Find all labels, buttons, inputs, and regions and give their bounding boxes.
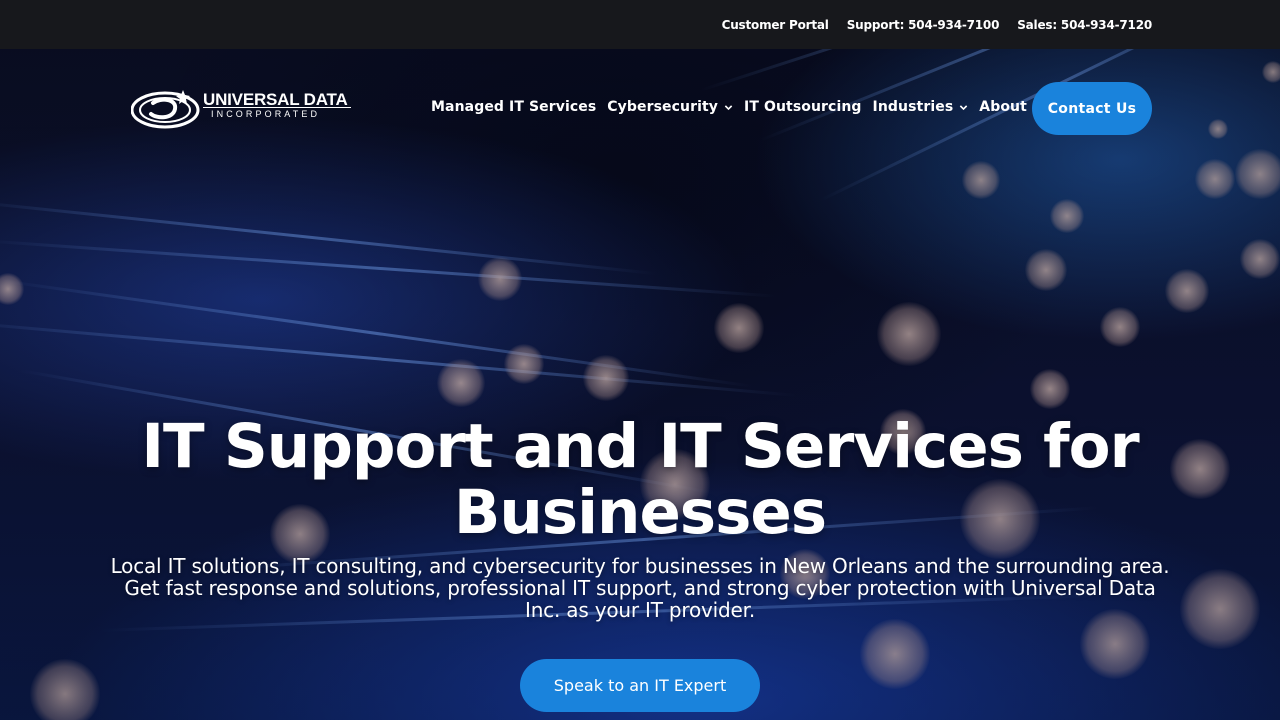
nav-item-label: Industries [872,99,954,115]
top-bar: Customer Portal Support: 504-934-7100 Sa… [0,0,1280,49]
logo-divider [203,107,351,108]
logo-tagline: INCORPORATED [211,109,321,119]
logo-mark-icon [131,90,200,129]
logo[interactable]: UNIVERSAL DATA INCORPORATED [131,87,356,131]
chevron-down-icon [724,104,733,110]
nav-item-it-outsourcing[interactable]: IT Outsourcing [744,99,862,115]
main-nav: Managed IT Services Cybersecurity IT Out… [431,99,1042,115]
site-header: UNIVERSAL DATA INCORPORATED Managed IT S… [0,49,1280,167]
nav-item-label: About [979,99,1027,115]
contact-us-button[interactable]: Contact Us [1032,82,1152,135]
chevron-down-icon [960,104,968,110]
nav-item-label: Managed IT Services [431,99,597,115]
speak-to-expert-button[interactable]: Speak to an IT Expert [520,659,760,712]
nav-item-cybersecurity[interactable]: Cybersecurity [607,99,733,115]
customer-portal-link[interactable]: Customer Portal [722,18,829,32]
nav-item-industries[interactable]: Industries [873,99,969,115]
sales-phone-link[interactable]: Sales: 504-934-7120 [1017,18,1152,32]
nav-item-label: IT Outsourcing [744,99,862,115]
nav-item-label: Cybersecurity [607,99,719,115]
support-phone-link[interactable]: Support: 504-934-7100 [847,18,1000,32]
nav-item-managed-it-services[interactable]: Managed IT Services [431,99,596,115]
